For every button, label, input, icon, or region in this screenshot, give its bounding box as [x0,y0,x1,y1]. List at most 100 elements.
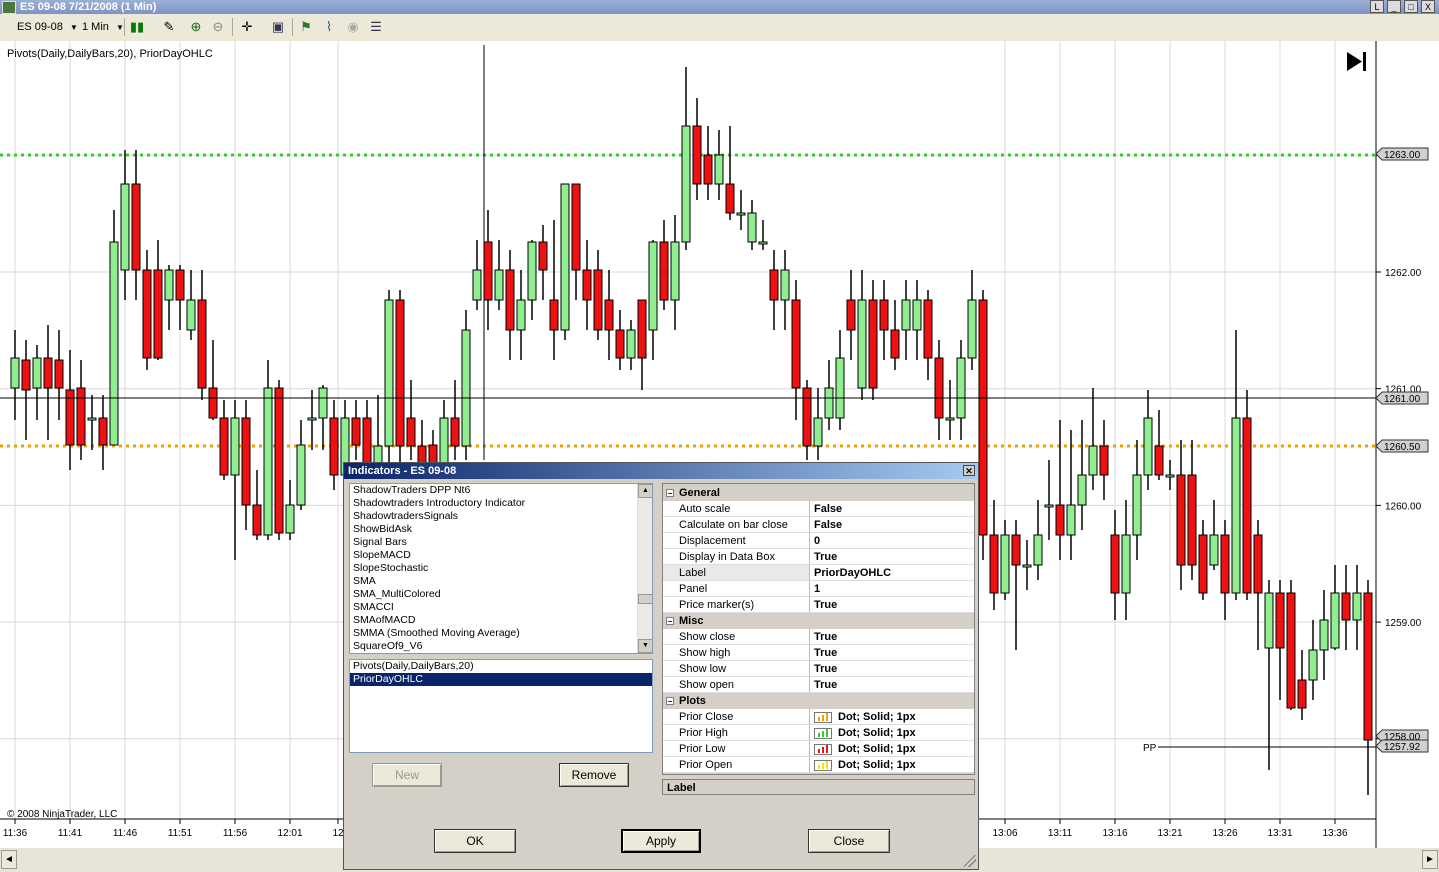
candle-body [98,417,108,446]
collapse-icon[interactable]: − [666,617,674,626]
crosshair-icon[interactable]: ✛ [239,19,255,35]
close-icon[interactable]: ✕ [963,465,975,476]
list-item[interactable]: SquareOf9_V6 [350,640,652,653]
zoom-in-icon[interactable]: ⊕ [188,19,204,35]
properties-icon[interactable]: ▣ [270,19,286,35]
strategies-icon[interactable]: ⚑ [298,19,314,35]
candle-body [692,125,702,185]
property-value[interactable]: 0 [810,533,974,549]
property-row[interactable]: +Prior HighDot; Solid; 1px [663,725,974,741]
list-item[interactable]: SMACCI [350,601,652,614]
resize-grip-icon[interactable] [964,855,976,867]
candle-body [1121,534,1131,594]
scroll-thumb[interactable] [638,594,652,604]
property-value[interactable]: True [810,597,974,613]
property-row[interactable]: Display in Data Box True [663,549,974,565]
category-misc-header[interactable]: − Misc [663,613,974,629]
available-indicators-list[interactable]: ShadowTraders DPP Nt6 Shadowtraders Intro… [349,483,653,654]
close-button[interactable]: Close [808,829,890,853]
property-row[interactable]: Show low True [663,661,974,677]
remove-button[interactable]: Remove [559,763,629,787]
candle-body [978,299,988,536]
collapse-icon[interactable]: − [666,697,674,706]
candle-body [956,357,966,419]
candle-body [494,269,504,301]
property-row[interactable]: Panel 1 [663,581,974,597]
candle-body [747,212,757,243]
close-window-button[interactable]: X [1421,0,1435,13]
property-row[interactable]: Show close True [663,629,974,645]
candle-body [252,504,262,536]
property-value[interactable]: True [810,645,974,661]
applied-list-item[interactable]: PriorDayOHLC [350,673,652,686]
toolbar-separator [124,18,125,36]
list-item[interactable]: ShadowTraders DPP Nt6 [350,484,652,497]
property-row[interactable]: Show open True [663,677,974,693]
category-plots-header[interactable]: − Plots [663,693,974,709]
property-row[interactable]: Calculate on bar close False [663,517,974,533]
data-box-icon[interactable]: ☰ [368,19,384,35]
property-value[interactable]: True [810,677,974,693]
property-row[interactable]: Auto scale False [663,501,974,517]
maximize-button[interactable]: □ [1404,0,1418,13]
property-value[interactable]: PriorDayOHLC [810,565,974,581]
ok-button[interactable]: OK [434,829,516,853]
property-row[interactable]: Price marker(s) True [663,597,974,613]
property-value[interactable]: Dot; Solid; 1px [810,757,974,773]
snapshot-icon[interactable]: ◉ [345,19,361,35]
candlestick-style-icon[interactable]: ▮▮ [129,19,145,35]
property-value[interactable]: 1 [810,581,974,597]
zoom-out-icon[interactable]: ⊖ [210,19,226,35]
list-item[interactable]: SMAofMACD [350,614,652,627]
list-item[interactable]: ShowBidAsk [350,523,652,536]
category-general-header[interactable]: − General [663,485,974,501]
candle-body [296,444,306,506]
property-row[interactable]: +Prior OpenDot; Solid; 1px [663,757,974,773]
candle-body [769,269,779,301]
scroll-right-icon[interactable]: ► [1422,850,1438,869]
applied-list-item[interactable]: Pivots(Daily,DailyBars,20) [350,660,652,673]
candle-body [1330,592,1340,649]
property-value[interactable]: False [810,501,974,517]
list-item[interactable]: SMMA (Smoothed Moving Average) [350,627,652,640]
property-value[interactable]: False [810,517,974,533]
applied-indicators-list[interactable]: Pivots(Daily,DailyBars,20) PriorDayOHLC [349,659,653,753]
restore-button[interactable]: _ [1387,0,1401,13]
property-value[interactable]: Dot; Solid; 1px [810,741,974,757]
interval-selector[interactable]: 1 Min ▼ [82,19,124,35]
apply-button[interactable]: Apply [621,829,701,853]
candle-body [1143,417,1153,476]
property-value[interactable]: True [810,629,974,645]
property-row[interactable]: Label PriorDayOHLC [663,565,974,581]
dialog-title: Indicators - ES 09-08 [348,465,457,477]
list-item[interactable]: SlopeMACD [350,549,652,562]
property-value[interactable]: Dot; Solid; 1px [810,709,974,725]
list-item[interactable]: SMA [350,575,652,588]
collapse-icon[interactable]: − [666,489,674,498]
scroll-up-icon[interactable]: ▲ [638,484,652,498]
list-item[interactable]: SMA_MultiColored [350,588,652,601]
instrument-selector[interactable]: ES 09-08 ▼ [17,19,78,35]
list-item[interactable]: SlopeStochastic [350,562,652,575]
scroll-left-icon[interactable]: ◄ [1,850,17,869]
candle-body [560,183,570,331]
property-value[interactable]: True [810,549,974,565]
pencil-icon[interactable]: ✎ [161,19,177,35]
property-row[interactable]: Displacement 0 [663,533,974,549]
list-scrollbar[interactable]: ▲ ▼ [637,484,652,653]
list-item[interactable]: ShadowtradersSignals [350,510,652,523]
scroll-down-icon[interactable]: ▼ [638,639,652,653]
minimize-button[interactable]: L [1370,0,1384,13]
category-label: General [679,487,720,499]
list-item[interactable]: Signal Bars [350,536,652,549]
indicators-icon[interactable]: ⌇ [321,19,337,35]
list-item[interactable]: Shadowtraders Introductory Indicator [350,497,652,510]
property-row[interactable]: +Prior CloseDot; Solid; 1px [663,709,974,725]
property-row[interactable]: Show high True [663,645,974,661]
property-value[interactable]: True [810,661,974,677]
new-button[interactable]: New [372,763,442,787]
property-grid[interactable]: − General Auto scale False Calculate on bar … [662,483,975,775]
property-row[interactable]: +Prior LowDot; Solid; 1px [663,741,974,757]
property-value[interactable]: Dot; Solid; 1px [810,725,974,741]
candle-body [923,299,933,359]
